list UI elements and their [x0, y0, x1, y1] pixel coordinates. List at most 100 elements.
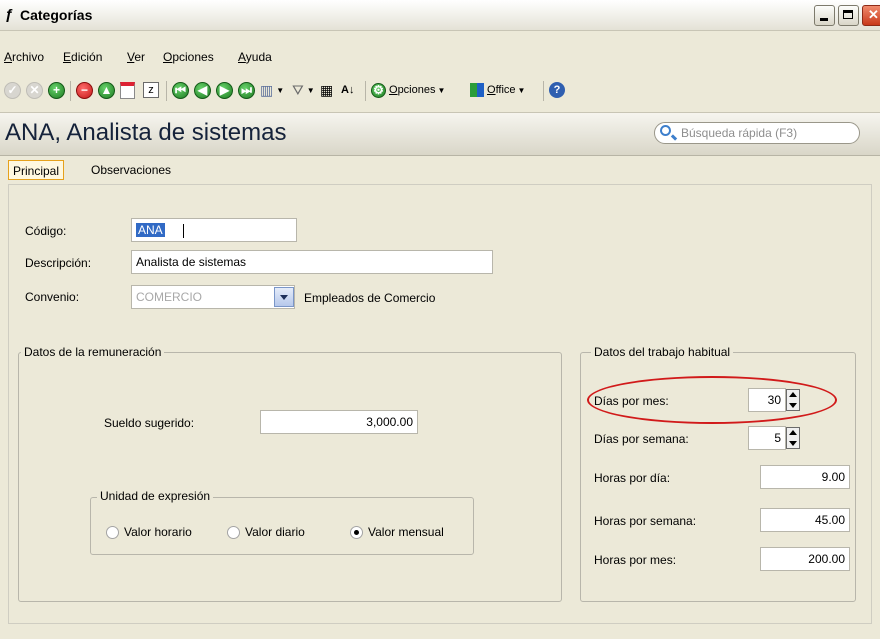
window-title: Categorías	[20, 7, 93, 23]
options-icon: ⚙	[371, 82, 386, 98]
tab-observaciones[interactable]: Observaciones	[87, 160, 175, 180]
sueldo-label: Sueldo sugerido:	[104, 416, 195, 430]
next-icon: ▶	[216, 81, 233, 99]
last-icon: ⏭	[238, 81, 255, 99]
unidad-title: Unidad de expresión	[97, 489, 214, 503]
toolbar-separator	[543, 81, 544, 101]
next-record-button[interactable]: ▶	[216, 80, 233, 100]
radio-dot-selected	[350, 525, 363, 539]
opciones-label: Opciones	[389, 84, 436, 96]
horas-semana-label: Horas por semana:	[594, 514, 697, 528]
search-input[interactable]: Búsqueda rápida (F3)	[654, 122, 860, 144]
filter-icon: ⛛	[292, 81, 304, 98]
radio-label: Valor horario	[124, 525, 192, 539]
opciones-button[interactable]: ⚙ Opciones ▼	[371, 80, 445, 100]
up-arrow-icon: ▲	[98, 81, 115, 99]
radio-valor-horario[interactable]: Valor horario	[106, 525, 192, 539]
app-icon: ƒ	[5, 6, 14, 23]
grid-button[interactable]: ▦	[320, 80, 333, 100]
menu-archivo[interactable]: Archivo	[4, 50, 44, 64]
refresh-icon: z	[143, 82, 159, 98]
cancel-button[interactable]: ✕	[26, 80, 43, 100]
record-title: ANA, Analista de sistemas	[5, 119, 287, 146]
filter-button[interactable]: ⛛ ▼	[292, 80, 315, 100]
radio-label: Valor diario	[245, 525, 305, 539]
toolbar-separator	[166, 81, 167, 101]
descripcion-field[interactable]: Analista de sistemas	[131, 250, 493, 274]
last-record-button[interactable]: ⏭	[238, 80, 255, 100]
codigo-label: Código:	[25, 224, 67, 238]
text-caret	[182, 223, 184, 238]
toolbar-separator	[70, 81, 71, 101]
menu-opciones[interactable]: Opciones	[163, 50, 214, 64]
help-icon: ?	[549, 82, 565, 98]
title-bar: ƒ Categorías	[0, 0, 880, 31]
horas-mes-field[interactable]: 200.00	[760, 547, 850, 571]
horas-mes-label: Horas por mes:	[594, 553, 677, 567]
cancel-icon: ✕	[26, 81, 43, 99]
radio-dot	[227, 525, 240, 539]
dias-mes-field[interactable]: 30	[748, 388, 786, 412]
first-record-button[interactable]: ⏮	[172, 80, 189, 100]
trabajo-title: Datos del trabajo habitual	[591, 345, 734, 359]
chevron-down-icon: ▼	[306, 85, 315, 95]
prev-record-button[interactable]: ◀	[194, 80, 211, 100]
chevron-down-icon: ▼	[437, 85, 446, 95]
menu-ayuda[interactable]: Ayuda	[238, 50, 272, 64]
horas-dia-field[interactable]: 9.00	[760, 465, 850, 489]
minimize-button[interactable]	[814, 5, 835, 26]
refresh-button[interactable]: z	[143, 80, 159, 100]
tab-principal[interactable]: Principal	[8, 160, 65, 180]
convenio-description: Empleados de Comercio	[304, 291, 436, 305]
codigo-value: ANA	[136, 223, 165, 237]
menu-ver[interactable]: Ver	[127, 50, 145, 64]
dias-mes-label: Días por mes:	[594, 394, 669, 408]
dias-semana-label: Días por semana:	[594, 432, 689, 446]
document-icon	[120, 81, 135, 99]
up-button[interactable]: ▲	[98, 80, 115, 100]
delete-button[interactable]: −	[76, 80, 93, 100]
office-button[interactable]: Office ▼	[470, 80, 525, 100]
help-button[interactable]: ?	[549, 80, 565, 100]
convenio-dropdown-button[interactable]	[274, 287, 294, 307]
convenio-field[interactable]: COMERCIO	[131, 285, 295, 309]
horas-semana-field[interactable]: 45.00	[760, 508, 850, 532]
add-button[interactable]: +	[48, 80, 65, 100]
first-icon: ⏮	[172, 81, 189, 99]
minus-icon: −	[76, 81, 93, 99]
columns-button[interactable]: ▥ ▼	[260, 80, 284, 100]
menu-edicion[interactable]: Edición	[63, 50, 102, 64]
search-placeholder: Búsqueda rápida (F3)	[681, 126, 798, 140]
grid-icon: ▦	[320, 81, 334, 98]
maximize-button[interactable]	[838, 5, 859, 26]
horas-dia-label: Horas por día:	[594, 471, 671, 485]
chevron-down-icon: ▼	[276, 85, 285, 95]
toolbar: ✓ ✕ + − ▲ z ⏮ ◀ ▶ ⏭ ▥ ▼ ⛛ ▼ ▦ A↓ ⚙ Opcione…	[0, 80, 880, 106]
office-icon	[470, 83, 484, 97]
sort-icon: A↓	[341, 84, 355, 96]
columns-icon: ▥	[260, 81, 274, 98]
accept-button[interactable]: ✓	[4, 80, 21, 100]
radio-label: Valor mensual	[368, 525, 444, 539]
document-button[interactable]	[120, 80, 135, 100]
radio-valor-diario[interactable]: Valor diario	[227, 525, 305, 539]
check-icon: ✓	[4, 81, 21, 99]
radio-valor-mensual[interactable]: Valor mensual	[350, 525, 444, 539]
dias-mes-spinner[interactable]	[786, 389, 800, 411]
close-button[interactable]	[862, 5, 880, 26]
codigo-field[interactable]: ANA	[131, 218, 297, 242]
dias-semana-spinner[interactable]	[786, 427, 800, 449]
sort-button[interactable]: A↓	[341, 80, 354, 100]
toolbar-separator	[365, 81, 366, 101]
office-label: Office	[487, 84, 516, 96]
remuneracion-group	[18, 352, 562, 602]
dias-semana-field[interactable]: 5	[748, 426, 786, 450]
remuneracion-title: Datos de la remuneración	[21, 345, 165, 359]
radio-dot	[106, 525, 119, 539]
descripcion-label: Descripción:	[25, 256, 92, 270]
sueldo-field[interactable]: 3,000.00	[260, 410, 418, 434]
search-icon	[660, 125, 671, 136]
record-header: ANA, Analista de sistemas Búsqueda rápid…	[0, 112, 880, 156]
convenio-label: Convenio:	[25, 290, 80, 304]
chevron-down-icon: ▼	[517, 85, 526, 95]
